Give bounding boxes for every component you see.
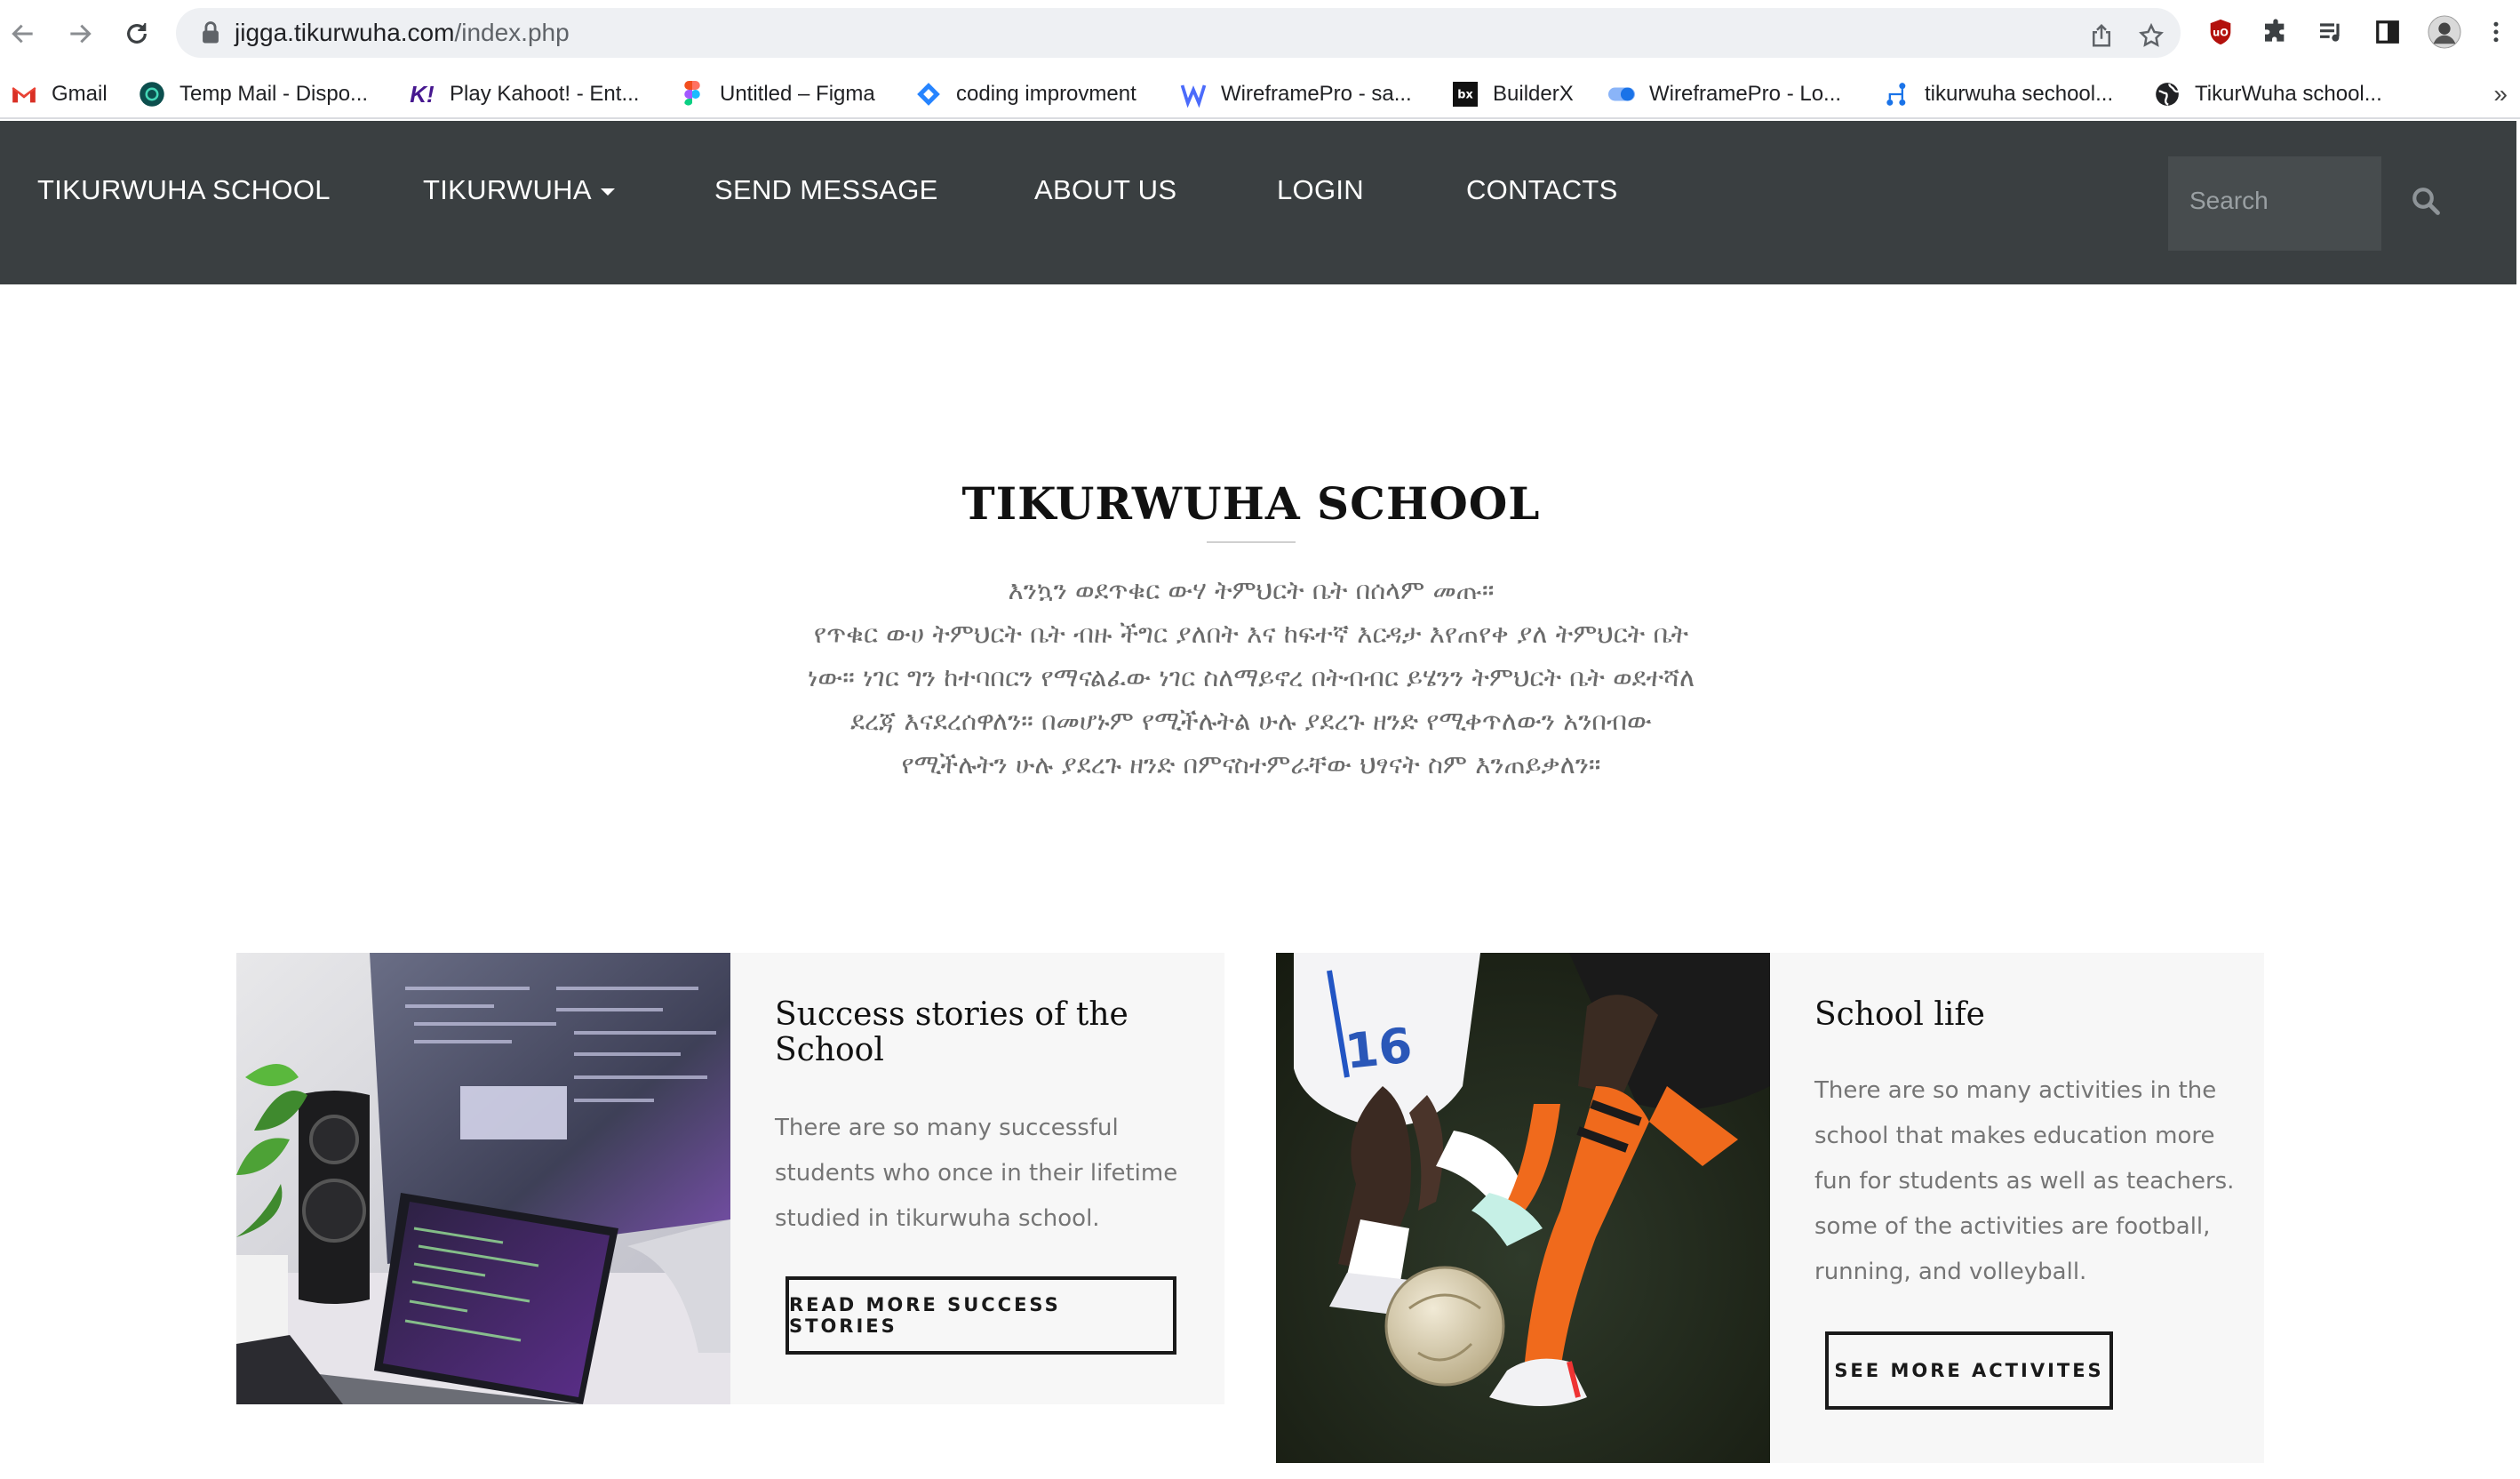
hero-title: TIKURWUHA SCHOOL: [961, 477, 1541, 530]
card-text-line: running, and volleyball.: [1814, 1259, 2087, 1285]
builderx-icon: bx: [1452, 81, 1479, 108]
hero-paragraph: እንኳን ወደጥቁር ውሃ ትምህርት ቤት በሰላም መጡ። የጥቁር ውሀ …: [729, 569, 1774, 787]
bookmark-label: TikurWuha school...: [2195, 82, 2382, 106]
reload-icon: [127, 23, 147, 44]
profile-avatar[interactable]: [2428, 15, 2461, 49]
bookmark-tikurwuha-sechool[interactable]: tikurwuha sechool...: [1884, 76, 2113, 112]
card-title-line: School life: [1814, 996, 1985, 1033]
jersey-number: 16: [1343, 1017, 1415, 1080]
bookmark-wireframepro-2[interactable]: WireframePro - Lo...: [1608, 76, 1841, 112]
bookmark-builderx[interactable]: bx BuilderX: [1452, 76, 1574, 112]
hero-line: ነው። ነገር ግን ከተባበርን የማናልፈው ነገር ስለማይኖረ በትብብ…: [807, 662, 1695, 692]
sitemap-icon: [1884, 81, 1910, 108]
jira-icon: [915, 81, 942, 108]
share-icon[interactable]: [2088, 22, 2115, 49]
kahoot-icon: K!: [410, 80, 435, 108]
card-text-line: There are so many activities in the: [1814, 1077, 2217, 1104]
hero-line: የሚችሉትን ሁሉ ያደረጉ ዘንድ በምናስተምራቸው ህፃናት ስም እንጠ…: [901, 749, 1601, 779]
bookmark-coding[interactable]: coding improvment: [915, 76, 1136, 112]
success-stories-card: Success stories of the School There are …: [236, 953, 1224, 1404]
see-more-activities-button[interactable]: SEE MORE ACTIVITES: [1825, 1331, 2113, 1410]
side-panel-icon[interactable]: [2371, 15, 2404, 49]
card-text-line: studied in tikurwuha school.: [775, 1205, 1100, 1232]
nav-tikurwuha-dropdown[interactable]: TIKURWUHA: [423, 172, 615, 208]
bookmark-wireframepro-1[interactable]: WireframePro - sa...: [1180, 76, 1412, 112]
globe-icon: [2154, 81, 2181, 108]
card-description: There are so many activities in the scho…: [1814, 1068, 2241, 1295]
bookmark-star-icon[interactable]: [2138, 22, 2165, 49]
svg-text:uO: uO: [2213, 26, 2229, 38]
lock-icon: [203, 21, 219, 44]
card-title-line: Success stories of the: [775, 996, 1128, 1033]
bookmarks-bar: Gmail Temp Mail - Dispo... K! Play Kahoo…: [0, 69, 2520, 119]
bookmark-kahoot[interactable]: K! Play Kahoot! - Ent...: [409, 76, 639, 112]
reload-button[interactable]: [119, 16, 155, 52]
bookmark-label: WireframePro - sa...: [1221, 82, 1412, 106]
nav-send-message-link[interactable]: SEND MESSAGE: [714, 172, 938, 208]
nav-dropdown-label: TIKURWUHA: [423, 174, 592, 205]
bookmark-temp-mail[interactable]: Temp Mail - Dispo...: [139, 76, 368, 112]
gmail-icon: [11, 81, 37, 108]
svg-text:bx: bx: [1457, 89, 1473, 102]
bookmark-label: coding improvment: [956, 82, 1136, 106]
address-bar[interactable]: jigga.tikurwuha.com/index.php: [176, 8, 2181, 58]
bookmark-label: Gmail: [52, 82, 108, 106]
hero-line: እንኳን ወደጥቁር ውሃ ትምህርት ቤት በሰላም መጡ።: [1008, 575, 1495, 605]
bookmark-label: WireframePro - Lo...: [1649, 82, 1842, 106]
card-text-line: fun for students as well as teachers.: [1814, 1168, 2235, 1195]
back-arrow-icon: [12, 24, 33, 44]
nav-brand-link[interactable]: TIKURWUHA SCHOOL: [37, 172, 331, 208]
url-path: /index.php: [454, 19, 570, 46]
nav-login-link[interactable]: LOGIN: [1277, 172, 1364, 208]
bookmark-label: BuilderX: [1493, 82, 1574, 106]
toggle-icon: [1608, 81, 1635, 108]
temp-mail-icon: [139, 81, 165, 108]
search-icon: [2412, 188, 2440, 215]
ublock-icon[interactable]: uO: [2204, 15, 2237, 49]
hero-divider: [1207, 541, 1296, 543]
card-text-line: some of the activities are football,: [1814, 1213, 2211, 1240]
search-button[interactable]: [2399, 174, 2452, 228]
bookmark-label: Untitled – Figma: [720, 82, 875, 106]
hero-line: ደረጃ እናደረሰዋለን። በመሆኑም የሚችሉትል ሁሉ ያደረጉ ዘንድ የ…: [850, 706, 1652, 736]
card-text-line: students who once in their lifetime: [775, 1160, 1178, 1187]
back-button[interactable]: [5, 16, 41, 52]
figma-icon: [679, 81, 706, 108]
bookmark-gmail[interactable]: Gmail: [11, 76, 108, 112]
card-text-line: school that makes education more: [1814, 1123, 2215, 1149]
hero-line: የጥቁር ውሀ ትምህርት ቤት ብዙ ችግር ያለበት እና ከፍተኛ እርዳ…: [813, 619, 1689, 649]
card-title: School life: [1814, 997, 2241, 1033]
extensions-puzzle-icon[interactable]: [2259, 15, 2293, 49]
url-text: jigga.tikurwuha.com/index.php: [235, 18, 570, 48]
card-text-line: There are so many successful: [775, 1115, 1119, 1141]
football-image: 16: [1276, 953, 1770, 1463]
nav-contacts-link[interactable]: CONTACTS: [1466, 172, 1618, 208]
bookmark-figma[interactable]: Untitled – Figma: [679, 76, 875, 112]
browser-menu-icon[interactable]: [2479, 15, 2513, 49]
bookmark-tikurwuha-school[interactable]: TikurWuha school...: [2154, 76, 2382, 112]
laptop-code-image: [236, 953, 730, 1404]
forward-arrow-icon: [70, 24, 92, 44]
caret-down-icon: [600, 188, 615, 196]
bookmarks-overflow-chevron-icon[interactable]: »: [2493, 76, 2508, 112]
card-title-line: School: [775, 1032, 884, 1068]
read-more-success-stories-button[interactable]: READ MORE SUCCESS STORIES: [786, 1276, 1176, 1355]
card-title: Success stories of the School: [775, 997, 1201, 1068]
search-placeholder: Search: [2189, 187, 2269, 214]
url-host: jigga.tikurwuha.com: [235, 19, 455, 46]
search-input[interactable]: Search: [2168, 156, 2381, 251]
bookmark-label: Play Kahoot! - Ent...: [450, 82, 640, 106]
bookmark-label: tikurwuha sechool...: [1925, 82, 2114, 106]
nav-about-us-link[interactable]: ABOUT US: [1034, 172, 1176, 208]
bookmark-label: Temp Mail - Dispo...: [179, 82, 369, 106]
site-navbar: TIKURWUHA SCHOOL TIKURWUHA SEND MESSAGE …: [0, 121, 2516, 284]
card-description: There are so many successful students wh…: [775, 1106, 1201, 1242]
media-playlist-icon[interactable]: [2314, 15, 2348, 49]
wireframepro-icon: [1180, 81, 1207, 108]
school-life-card: 16 School life There are so many activit…: [1276, 953, 2264, 1463]
browser-toolbar: jigga.tikurwuha.com/index.php uO: [0, 0, 2520, 69]
forward-button[interactable]: [62, 16, 98, 52]
